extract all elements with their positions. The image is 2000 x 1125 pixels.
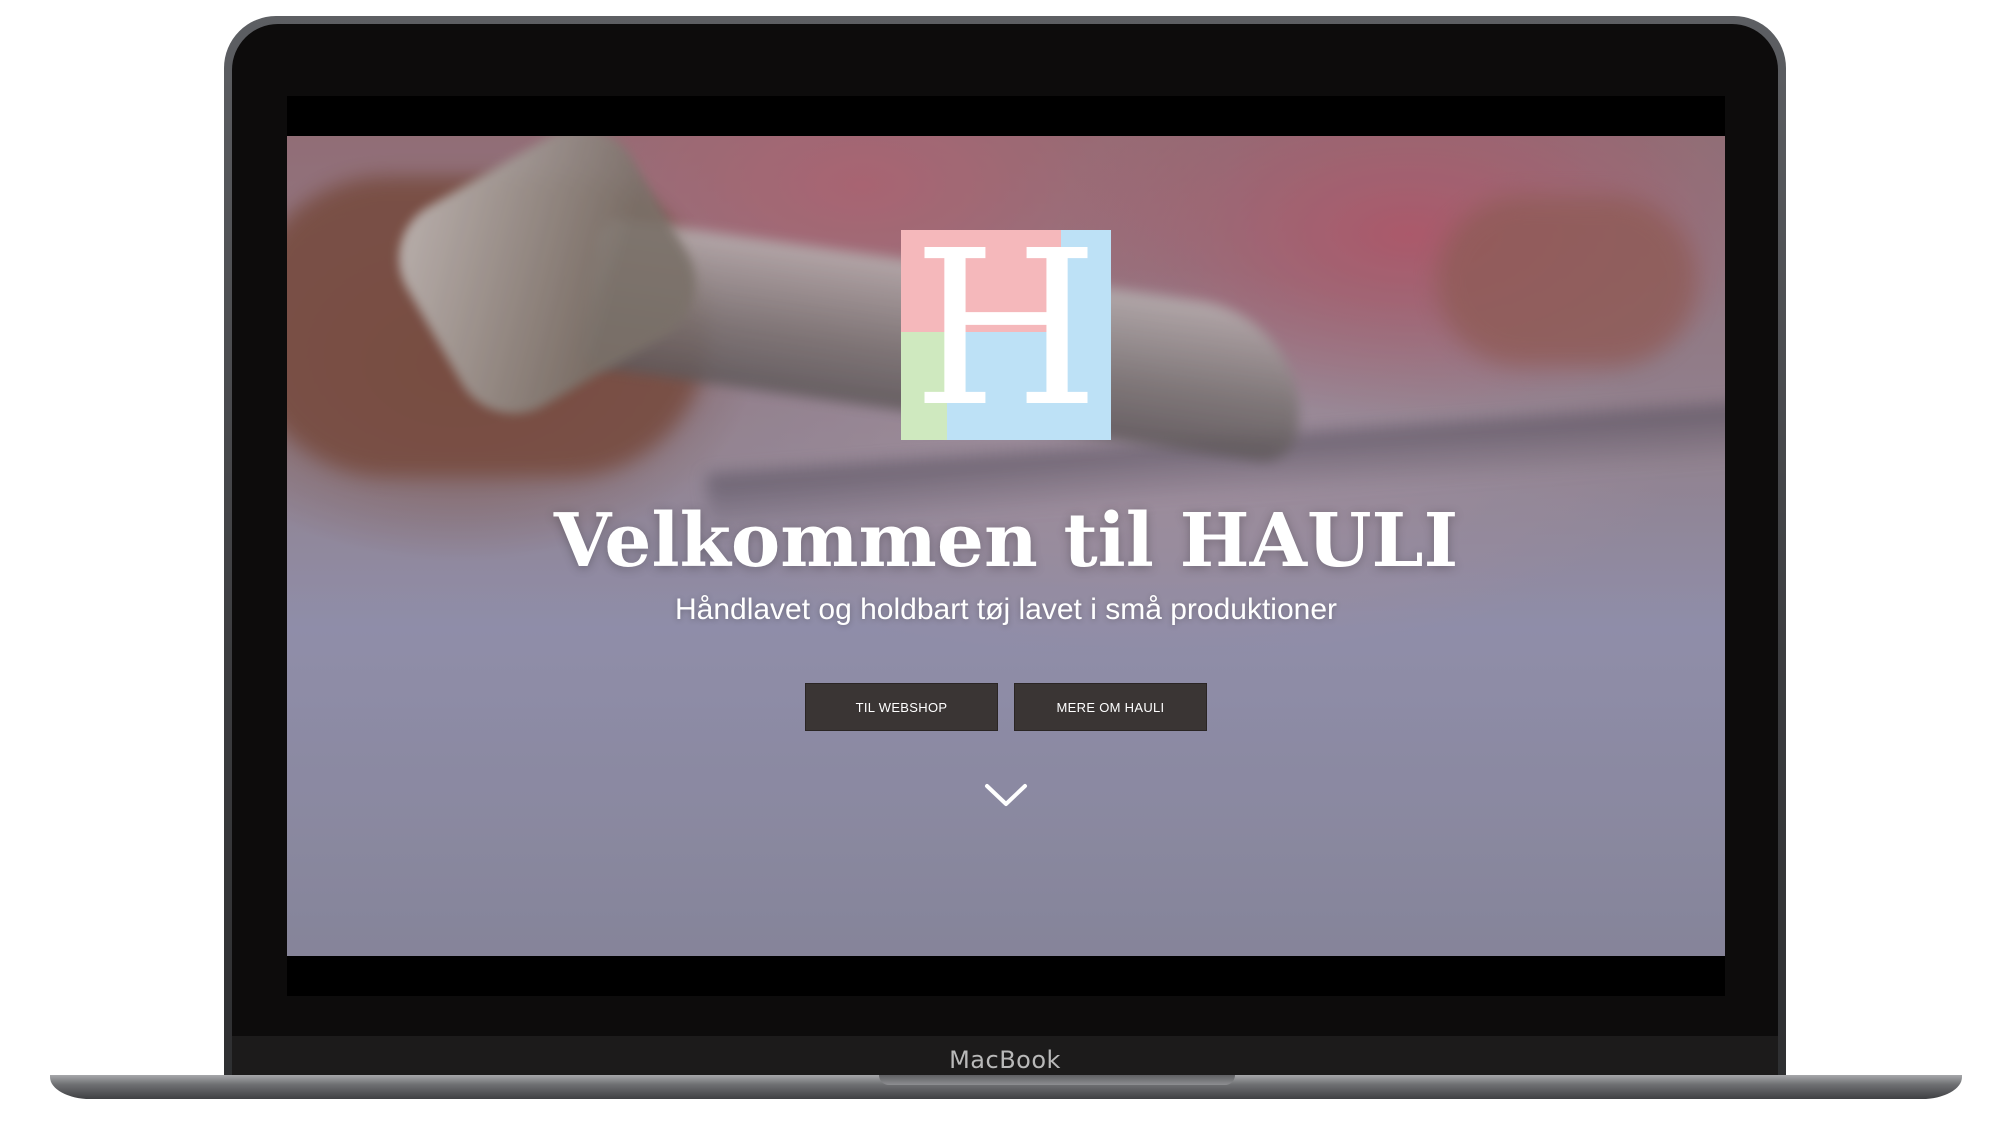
logo-letter: H xyxy=(912,230,1100,440)
hero-section: H Velkommen til HAULI Håndlavet og holdb… xyxy=(287,136,1725,956)
laptop-mockup: MacBook H Velkommen til HAULI Håndlavet … xyxy=(0,0,2000,1125)
chevron-down-icon[interactable] xyxy=(984,782,1028,808)
hero-subtitle: Håndlavet og holdbart tøj lavet i små pr… xyxy=(674,593,1338,626)
hauli-logo: H xyxy=(901,230,1111,440)
device-label: MacBook xyxy=(949,1046,1061,1074)
laptop-screen: H Velkommen til HAULI Håndlavet og holdb… xyxy=(287,96,1725,996)
laptop-base-notch xyxy=(879,1075,1235,1085)
hero-button-row: TIL WEBSHOP MERE OM HAULI xyxy=(287,683,1725,731)
hero-title: Velkommen til HAULI xyxy=(553,498,1459,584)
webshop-button[interactable]: TIL WEBSHOP xyxy=(805,683,998,731)
about-button[interactable]: MERE OM HAULI xyxy=(1014,683,1207,731)
laptop-base xyxy=(50,1075,1962,1099)
